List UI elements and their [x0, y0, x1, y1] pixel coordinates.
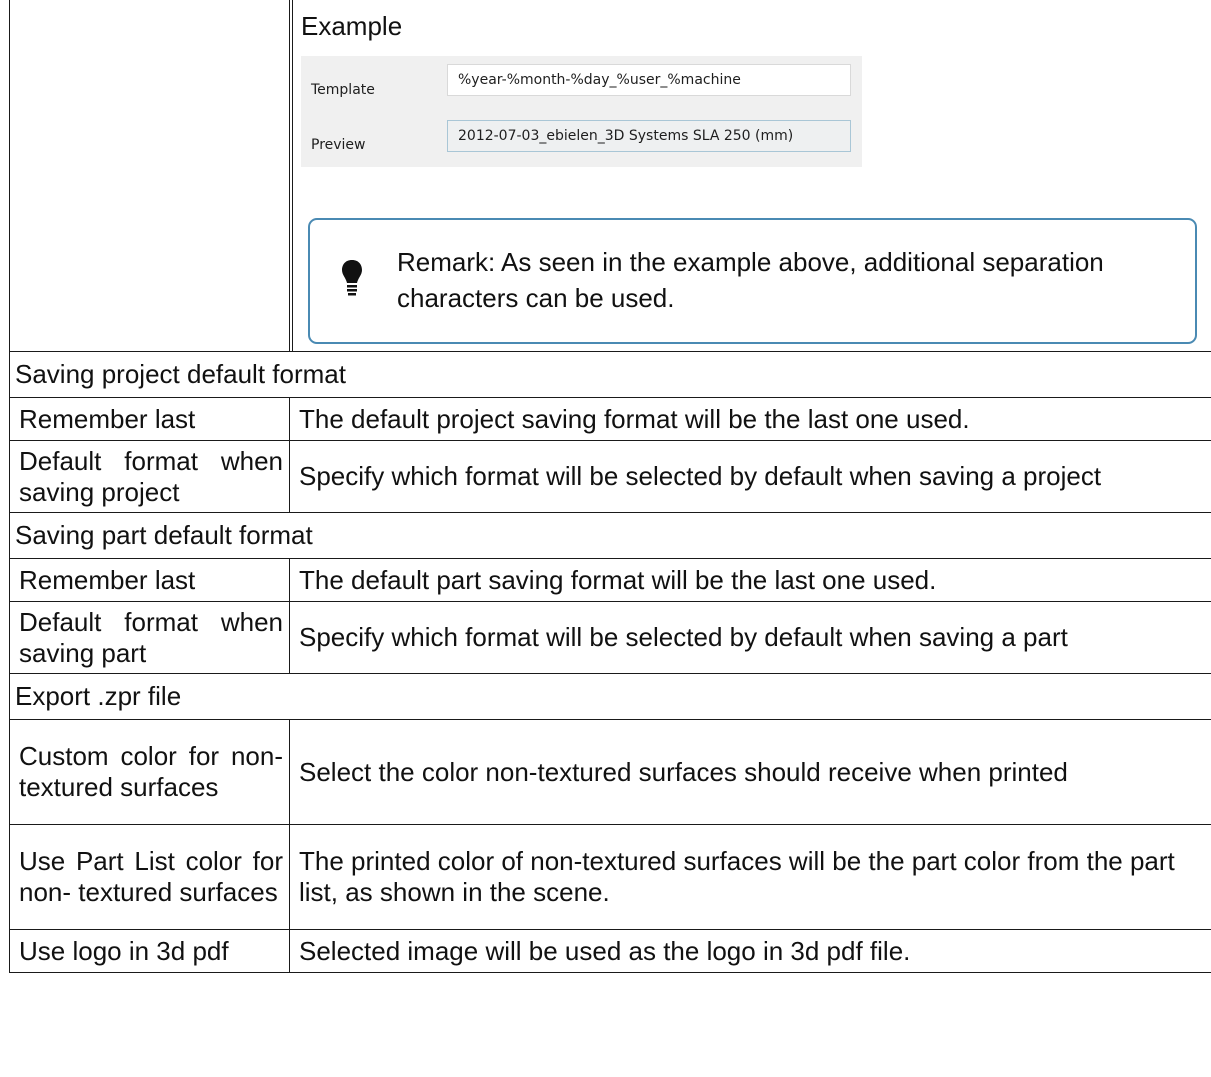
section-heading-project: Saving project default format: [9, 351, 1211, 398]
option-term: Custom color for non- textured surfaces: [9, 719, 290, 825]
option-description: Specify which format will be selected by…: [289, 440, 1211, 513]
option-term: Use Part List color for non- textured su…: [9, 824, 290, 930]
cell-divider: [292, 0, 293, 351]
option-term: Default format when saving project: [9, 440, 290, 513]
table-row: Default format when saving project Speci…: [9, 440, 1211, 513]
section-heading-part: Saving part default format: [9, 512, 1211, 559]
table-row: Custom color for non- textured surfaces …: [9, 719, 1211, 825]
options-table: Example Template %year-%month-%day_%user…: [9, 0, 1211, 973]
table-row: Remember last The default part saving fo…: [9, 558, 1211, 602]
section-heading-zpr: Export .zpr file: [9, 673, 1211, 720]
option-term: Remember last: [9, 558, 290, 602]
option-term: Use logo in 3d pdf: [9, 929, 290, 973]
option-description: Select the color non-textured surfaces s…: [289, 719, 1211, 825]
option-term: Default format when saving part: [9, 601, 290, 674]
template-input[interactable]: %year-%month-%day_%user_%machine: [447, 64, 851, 96]
option-description: The default project saving format will b…: [289, 397, 1211, 441]
example-cell: Example Template %year-%month-%day_%user…: [289, 0, 1211, 352]
remark-text: Remark: As seen in the example above, ad…: [397, 247, 1104, 313]
section-heading-row: Saving part default format: [9, 512, 1211, 559]
table-row: Use Part List color for non- textured su…: [9, 824, 1211, 930]
example-title: Example: [301, 11, 403, 41]
example-left-cell: [9, 0, 290, 352]
section-heading-row: Export .zpr file: [9, 673, 1211, 720]
option-description: Specify which format will be selected by…: [289, 601, 1211, 674]
option-description: Selected image will be used as the logo …: [289, 929, 1211, 973]
file-name-template-dialog: Template %year-%month-%day_%user_%machin…: [301, 56, 862, 167]
table-row: Remember last The default project saving…: [9, 397, 1211, 441]
template-label: Template: [311, 82, 375, 98]
preview-field: 2012-07-03_ebielen_3D Systems SLA 250 (m…: [447, 120, 851, 152]
lightbulb-icon: [342, 260, 362, 296]
option-description: The printed color of non-textured surfac…: [289, 824, 1211, 930]
table-row: Default format when saving part Specify …: [9, 601, 1211, 674]
preview-label: Preview: [311, 137, 366, 153]
option-term: Remember last: [9, 397, 290, 441]
section-heading-row: Saving project default format: [9, 351, 1211, 398]
example-row: Example Template %year-%month-%day_%user…: [9, 0, 1211, 352]
table-row: Use logo in 3d pdf Selected image will b…: [9, 929, 1211, 973]
remark-box: Remark: As seen in the example above, ad…: [308, 218, 1197, 344]
option-description: The default part saving format will be t…: [289, 558, 1211, 602]
